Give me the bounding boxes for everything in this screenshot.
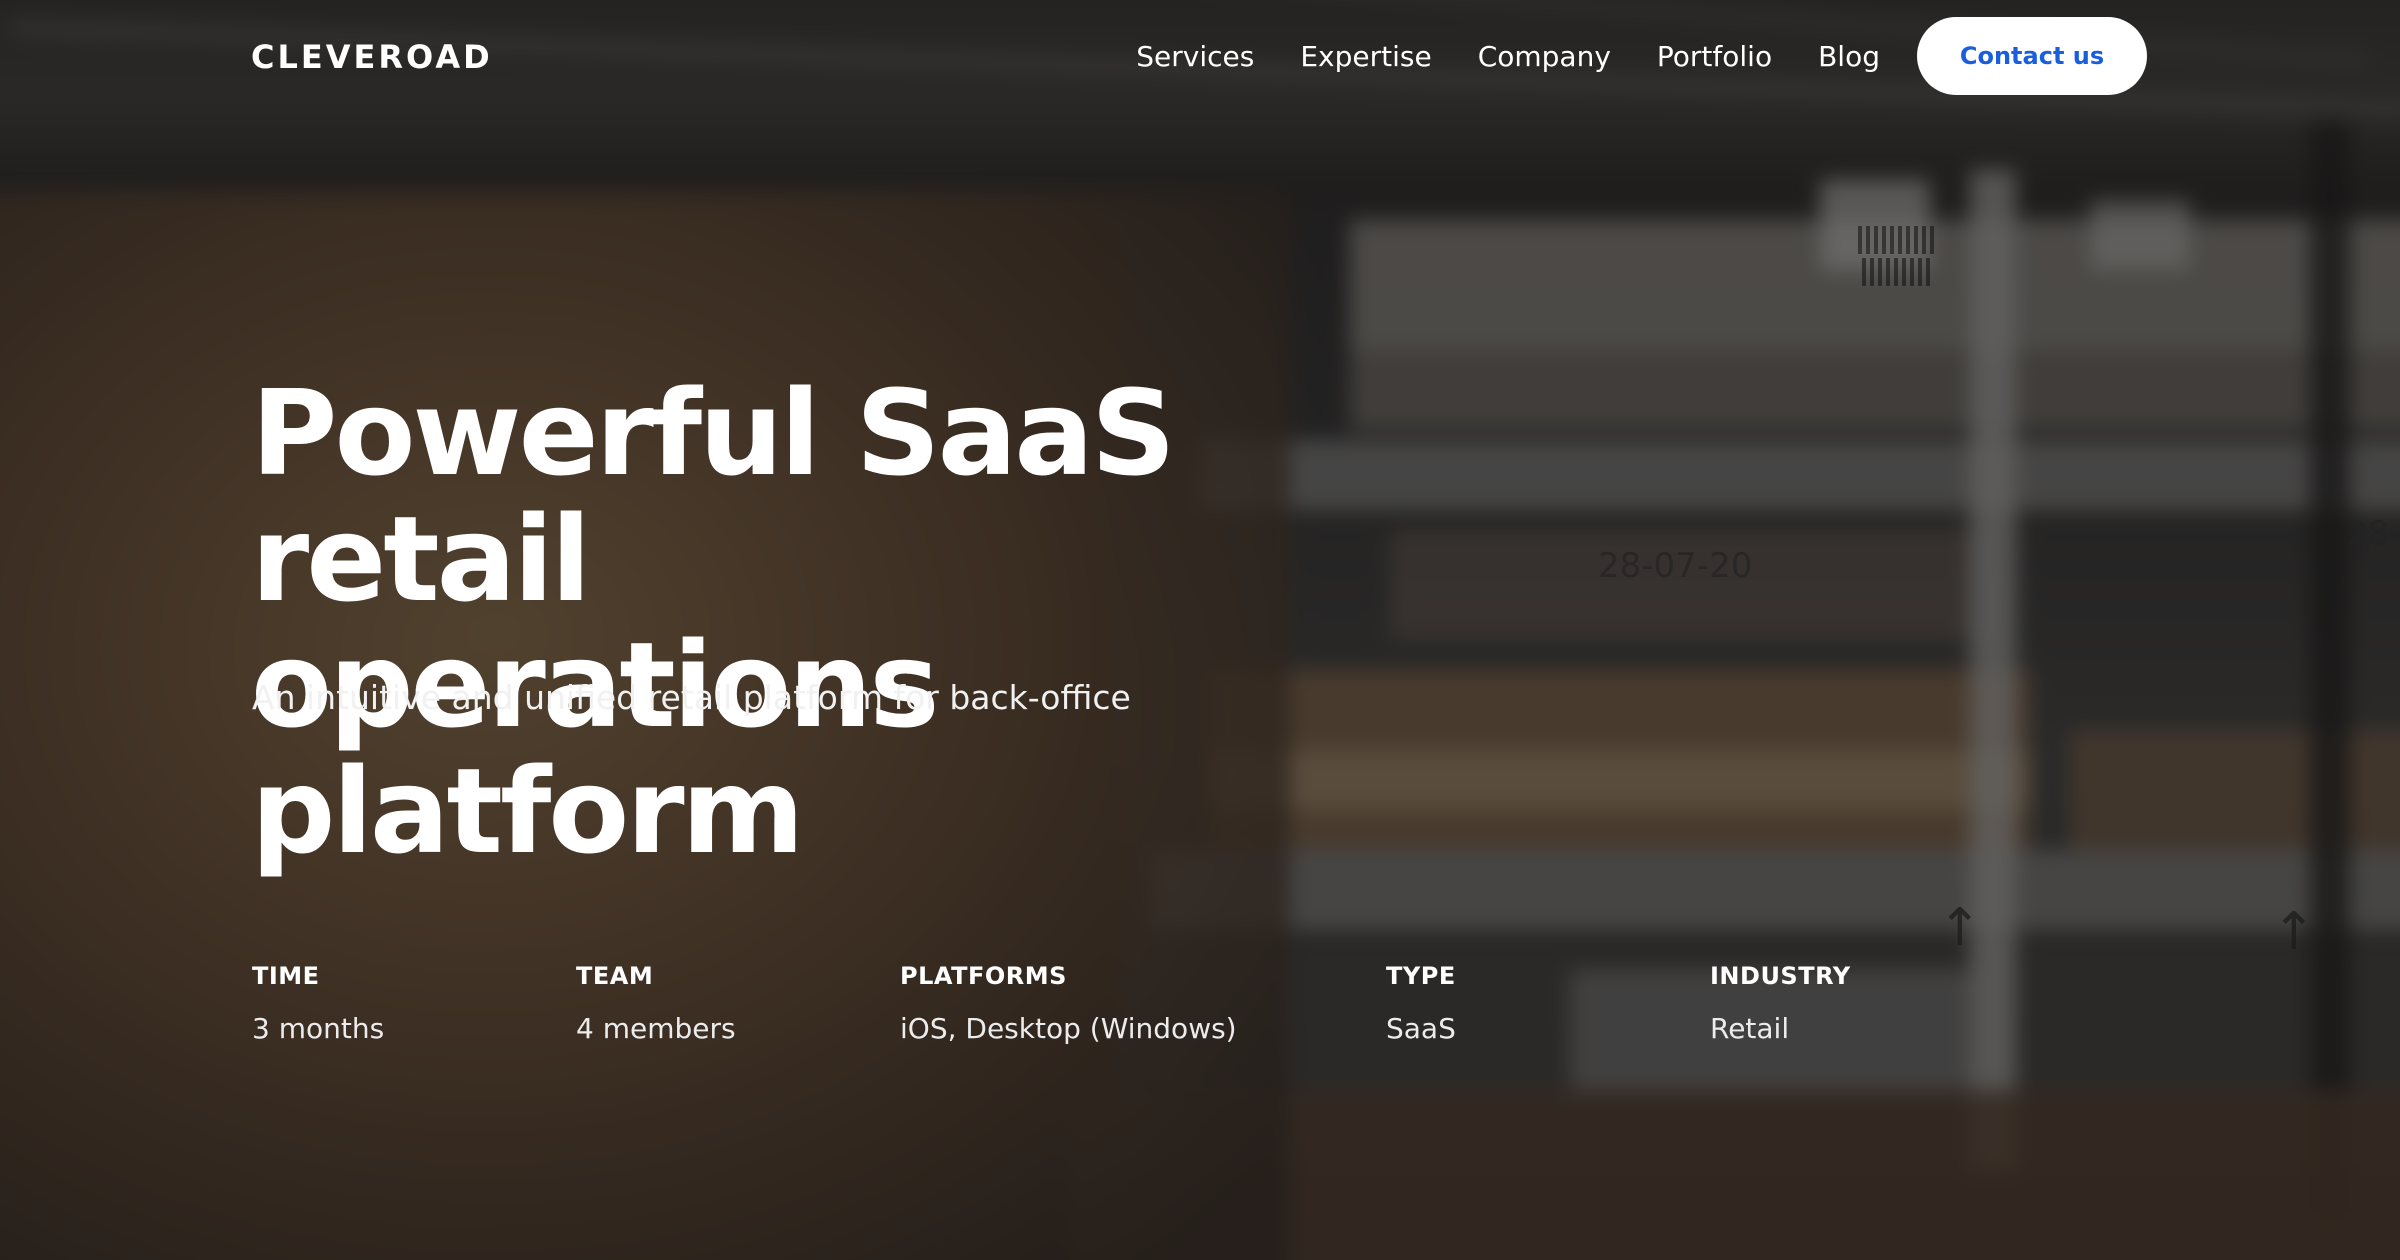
nav-link-blog[interactable]: Blog	[1818, 40, 1880, 73]
fact-value: 4 members	[576, 1012, 736, 1045]
fact-industry: INDUSTRY Retail	[1710, 962, 1851, 1045]
page-title: Powerful SaaS retail operations platform	[251, 370, 1501, 874]
site-header: CLEVEROAD Services Expertise Company Por…	[0, 0, 2400, 110]
fact-label: PLATFORMS	[900, 962, 1067, 990]
fact-label: TEAM	[576, 962, 654, 990]
fact-label: TYPE	[1386, 962, 1456, 990]
main-nav: Services Expertise Company Portfolio Blo…	[1100, 38, 1880, 74]
nav-link-company[interactable]: Company	[1478, 40, 1611, 73]
fact-platforms: PLATFORMS iOS, Desktop (Windows)	[900, 962, 1237, 1045]
fact-label: INDUSTRY	[1710, 962, 1851, 990]
fact-value: 3 months	[252, 1012, 385, 1045]
fact-time: TIME 3 months	[252, 962, 384, 1045]
fact-type: TYPE SaaS	[1386, 962, 1456, 1045]
fact-label: TIME	[252, 962, 320, 990]
fact-value: Retail	[1710, 1012, 1790, 1045]
project-facts: TIME 3 months TEAM 4 members PLATFORMS i…	[0, 962, 2400, 1052]
fact-team: TEAM 4 members	[576, 962, 736, 1045]
contact-us-button[interactable]: Contact us	[1917, 17, 2147, 95]
logo[interactable]: CLEVEROAD	[251, 38, 493, 76]
page-title-line: operations platform	[251, 616, 940, 880]
page-title-line: Powerful SaaS retail	[251, 364, 1176, 628]
page-subtitle: An intuitive and unified retail platform…	[252, 678, 1131, 717]
nav-link-expertise[interactable]: Expertise	[1300, 40, 1431, 73]
fact-value: SaaS	[1386, 1012, 1456, 1045]
nav-link-services[interactable]: Services	[1136, 40, 1254, 73]
nav-link-portfolio[interactable]: Portfolio	[1657, 40, 1772, 73]
fact-value: iOS, Desktop (Windows)	[900, 1012, 1237, 1045]
